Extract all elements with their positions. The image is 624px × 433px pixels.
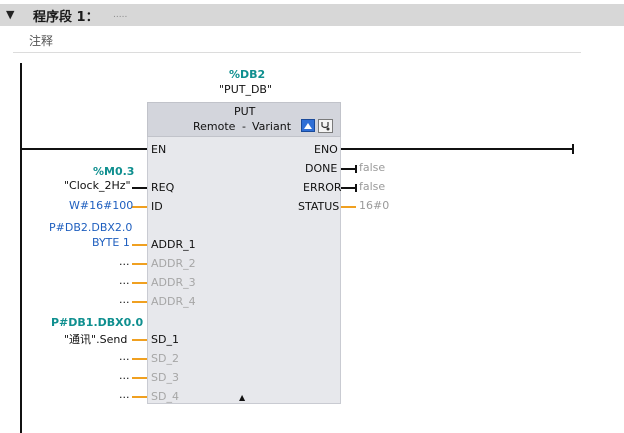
status-value: 16#0	[359, 199, 390, 212]
addr3-operand-placeholder[interactable]: ...	[119, 274, 130, 287]
sd2-operand-placeholder[interactable]: ...	[119, 350, 130, 363]
id-wire	[132, 206, 147, 208]
id-operand[interactable]: W#16#100	[69, 199, 133, 212]
error-value: false	[359, 180, 386, 193]
network-comment-field[interactable]: 注释	[13, 28, 581, 53]
done-value: false	[359, 161, 386, 174]
collapse-triangle-icon[interactable]: ▼	[6, 8, 14, 21]
done-wire	[341, 168, 356, 170]
addr4-wire	[132, 301, 147, 303]
pin-done: DONE	[305, 162, 338, 175]
req-operand-name[interactable]: "Clock_2Hz"	[64, 179, 131, 192]
sd3-wire	[132, 377, 147, 379]
eno-rung-wire	[341, 148, 573, 150]
pin-addr-4: ADDR_4	[151, 295, 196, 308]
addr1-operand-type[interactable]: BYTE 1	[92, 236, 130, 249]
sd3-operand-placeholder[interactable]: ...	[119, 369, 130, 382]
addr4-operand-placeholder[interactable]: ...	[119, 293, 130, 306]
en-rung-wire	[21, 148, 147, 150]
network-comment-text: 注释	[29, 34, 54, 48]
block-name: PUT	[234, 105, 256, 118]
pin-addr-3: ADDR_3	[151, 276, 196, 289]
addr2-wire	[132, 263, 147, 265]
variant-label-remote: Remote	[193, 120, 236, 133]
sd4-wire	[132, 396, 147, 398]
sd1-operand-address[interactable]: P#DB1.DBX0.0	[51, 316, 143, 329]
pin-sd-4: SD_4	[151, 390, 179, 403]
sd2-wire	[132, 358, 147, 360]
variant-label-variant: Variant	[252, 120, 292, 133]
error-wire	[341, 187, 356, 189]
network-header[interactable]: ▼ 程序段 1： .....	[0, 4, 624, 26]
instance-db-name[interactable]: "PUT_DB"	[219, 83, 272, 96]
pin-sd-3: SD_3	[151, 371, 179, 384]
addr3-wire	[132, 282, 147, 284]
sd4-operand-placeholder[interactable]: ...	[119, 388, 130, 401]
power-rail	[20, 63, 22, 433]
addr2-operand-placeholder[interactable]: ...	[119, 255, 130, 268]
diagnostic-stethoscope-icon[interactable]	[318, 119, 333, 133]
pin-error: ERROR	[303, 181, 342, 194]
pin-en: EN	[151, 143, 167, 156]
done-wire-tick	[355, 165, 357, 173]
pin-id: ID	[151, 200, 163, 213]
rung-end-tick	[572, 144, 574, 154]
connection-config-icon[interactable]	[301, 119, 315, 132]
pin-addr-1: ADDR_1	[151, 238, 196, 251]
req-operand-address[interactable]: %M0.3	[93, 165, 134, 178]
req-wire	[132, 187, 147, 189]
addr1-operand-pointer[interactable]: P#DB2.DBX2.0	[49, 221, 132, 234]
pin-sd-2: SD_2	[151, 352, 179, 365]
sd1-operand-name[interactable]: "通讯".Send	[64, 331, 127, 347]
pin-sd-1: SD_1	[151, 333, 179, 346]
status-wire	[341, 206, 356, 208]
pin-eno: ENO	[314, 143, 338, 156]
pin-req: REQ	[151, 181, 175, 194]
variant-label-separator: -	[242, 120, 246, 133]
error-wire-tick	[355, 184, 357, 192]
sd1-wire	[132, 339, 147, 341]
instance-db-address[interactable]: %DB2	[229, 68, 265, 81]
expand-pins-arrow-icon[interactable]: ▲	[239, 393, 245, 402]
network-title: 程序段 1：	[33, 10, 99, 25]
pin-addr-2: ADDR_2	[151, 257, 196, 270]
pin-status: STATUS	[298, 200, 340, 213]
network-title-placeholder[interactable]: .....	[113, 10, 127, 20]
addr1-wire	[132, 244, 147, 246]
